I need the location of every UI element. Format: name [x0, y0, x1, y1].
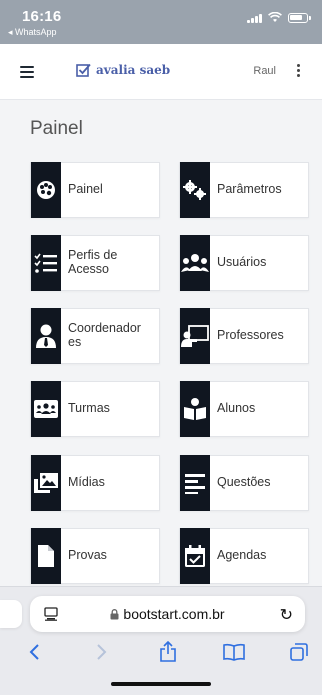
back-arrow-icon[interactable]: [22, 640, 46, 664]
battery-icon: [288, 12, 311, 23]
users-icon: [180, 235, 210, 291]
top-navbar: avalia saeb Raul: [0, 44, 322, 100]
media-photos-icon: [31, 455, 61, 511]
menu-card-provas[interactable]: Provas: [30, 528, 160, 584]
palette-icon: [31, 162, 61, 218]
signal-icon: [247, 13, 262, 23]
more-options-icon[interactable]: [297, 64, 300, 77]
previous-tab-pill[interactable]: [0, 600, 22, 628]
menu-card-label: Questões: [217, 475, 271, 490]
user-name[interactable]: Raul: [253, 65, 276, 77]
wifi-icon: [268, 12, 282, 22]
class-group-icon: [31, 381, 61, 437]
hamburger-menu-icon[interactable]: [20, 66, 34, 78]
chalkboard-teacher-icon: [180, 308, 210, 364]
menu-card-label: Mídias: [68, 475, 105, 490]
bookmarks-icon[interactable]: [222, 640, 246, 664]
menu-card-midias[interactable]: Mídias: [30, 455, 160, 511]
reload-icon[interactable]: ↻: [280, 605, 293, 625]
brand-logo[interactable]: avalia saeb: [76, 63, 170, 77]
align-left-icon: [180, 455, 210, 511]
menu-card-alunos[interactable]: Alunos: [179, 381, 309, 437]
menu-card-label: Turmas: [68, 401, 110, 416]
menu-card-professores[interactable]: Professores: [179, 308, 309, 364]
calendar-check-icon: [180, 528, 210, 584]
menu-card-label: Perfis de Acesso: [68, 248, 118, 276]
menu-card-painel[interactable]: Painel: [30, 162, 160, 218]
document-icon: [31, 528, 61, 584]
url-text: bootstart.com.br: [123, 606, 225, 622]
home-indicator[interactable]: [111, 682, 211, 686]
status-icons: [247, 12, 311, 23]
lock-icon: [110, 609, 119, 620]
checkbox-logo-icon: [76, 63, 91, 77]
menu-card-turmas[interactable]: Turmas: [30, 381, 160, 437]
menu-card-questoes[interactable]: Questões: [179, 455, 309, 511]
menu-card-label: Agendas: [217, 548, 267, 563]
menu-card-label: Parâmetros: [217, 182, 282, 197]
menu-card-coordenadores[interactable]: Coordenador es: [30, 308, 160, 364]
menu-card-usuarios[interactable]: Usuários: [179, 235, 309, 291]
page-title: Painel: [30, 118, 83, 139]
menu-card-perfis-de-acesso[interactable]: Perfis de Acesso: [30, 235, 160, 291]
url-display[interactable]: bootstart.com.br: [30, 606, 305, 622]
brand-name: avalia saeb: [96, 63, 171, 77]
user-tie-icon: [31, 308, 61, 364]
menu-card-label: Painel: [68, 182, 103, 197]
menu-card-agendas[interactable]: Agendas: [179, 528, 309, 584]
list-check-icon: [31, 235, 61, 291]
student-reading-icon: [180, 381, 210, 437]
share-icon[interactable]: [156, 640, 180, 664]
menu-card-label: Coordenador es: [68, 321, 141, 349]
status-time: 16:16: [22, 8, 62, 25]
menu-card-parametros[interactable]: Parâmetros: [179, 162, 309, 218]
address-bar[interactable]: bootstart.com.br ↻: [30, 596, 305, 632]
menu-card-label: Alunos: [217, 401, 256, 416]
gears-icon: [180, 162, 210, 218]
back-to-whatsapp-link[interactable]: ◂ WhatsApp: [8, 27, 57, 38]
status-bar: 16:16 ◂ WhatsApp: [0, 0, 322, 44]
menu-card-label: Professores: [217, 328, 284, 343]
menu-card-label: Usuários: [217, 255, 267, 270]
menu-card-label: Provas: [68, 548, 107, 563]
tabs-icon[interactable]: [287, 640, 311, 664]
forward-arrow-icon[interactable]: [90, 640, 114, 664]
